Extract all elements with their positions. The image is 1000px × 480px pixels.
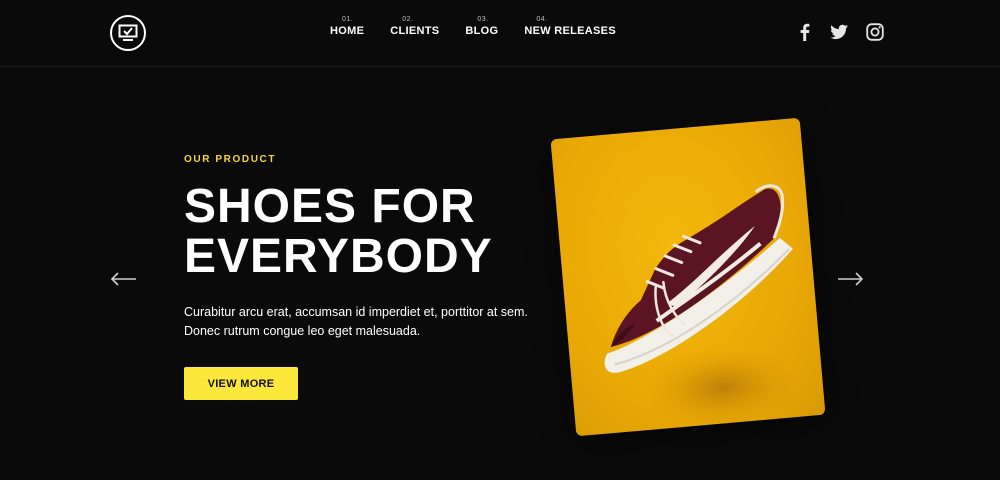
- hero-title: SHOES FOR EVERYBODY: [184, 182, 564, 282]
- hero-eyebrow: OUR PRODUCT: [184, 154, 277, 165]
- hero-title-line: SHOES FOR: [184, 180, 476, 233]
- view-more-button[interactable]: VIEW MORE: [184, 367, 298, 400]
- logo-icon[interactable]: [110, 15, 146, 51]
- facebook-icon[interactable]: [795, 22, 815, 42]
- hero-title-line: EVERYBODY: [184, 230, 493, 283]
- nav-item-number: 01.: [342, 16, 354, 23]
- instagram-icon[interactable]: [865, 22, 885, 42]
- hero-description-line: Donec rutrum congue leo eget malesuada.: [184, 324, 421, 338]
- prev-slide-arrow-icon[interactable]: [110, 270, 138, 288]
- nav-item-clients[interactable]: 02. CLIENTS: [390, 14, 439, 38]
- twitter-icon[interactable]: [829, 22, 849, 42]
- nav-item-number: 04.: [536, 16, 548, 23]
- product-image-card: [550, 117, 826, 437]
- site-header: 01. HOME 02. CLIENTS 03. BLOG 04. NEW RE…: [0, 0, 1000, 67]
- hero-description: Curabitur arcu erat, accumsan id imperdi…: [184, 303, 544, 341]
- nav-item-number: 02.: [402, 16, 414, 23]
- page: 01. HOME 02. CLIENTS 03. BLOG 04. NEW RE…: [0, 0, 1000, 480]
- sneaker-image: [604, 184, 803, 428]
- nav-item-home[interactable]: 01. HOME: [330, 14, 364, 38]
- nav-item-label: BLOG: [465, 25, 499, 37]
- nav-item-new-releases[interactable]: 04. NEW RELEASES: [524, 14, 616, 38]
- main-nav: 01. HOME 02. CLIENTS 03. BLOG 04. NEW RE…: [330, 14, 642, 38]
- nav-item-label: CLIENTS: [390, 25, 440, 37]
- nav-item-label: HOME: [330, 25, 365, 37]
- nav-item-blog[interactable]: 03. BLOG: [465, 14, 498, 38]
- nav-item-label: NEW RELEASES: [524, 25, 616, 37]
- next-slide-arrow-icon[interactable]: [836, 270, 864, 288]
- hero-description-line: Curabitur arcu erat, accumsan id imperdi…: [184, 305, 528, 319]
- nav-item-number: 03.: [477, 16, 489, 23]
